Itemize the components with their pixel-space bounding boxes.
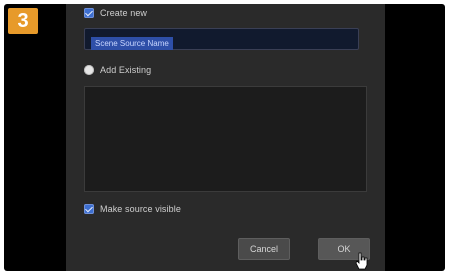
add-source-dialog: Create new Scene Source Name Add Existin… (66, 4, 385, 271)
add-existing-radio[interactable] (84, 65, 94, 75)
create-new-option[interactable]: Create new (84, 8, 147, 18)
cancel-button[interactable]: Cancel (238, 238, 290, 260)
make-source-visible-label: Make source visible (100, 204, 181, 214)
source-name-input[interactable]: Scene Source Name (84, 28, 359, 50)
add-existing-option[interactable]: Add Existing (84, 65, 151, 75)
add-existing-label: Add Existing (100, 65, 152, 75)
source-name-value: Scene Source Name (91, 37, 173, 50)
screenshot-frame: 3 Create new Scene Source Name Add Exist… (0, 0, 449, 275)
hand-pointer-icon (355, 252, 368, 270)
make-source-visible-option[interactable]: Make source visible (84, 204, 181, 214)
create-new-checkbox[interactable] (84, 8, 94, 18)
step-number-badge: 3 (8, 8, 38, 34)
create-new-label: Create new (100, 8, 148, 18)
make-source-visible-checkbox[interactable] (84, 204, 94, 214)
dialog-screenshot: 3 Create new Scene Source Name Add Exist… (4, 4, 445, 271)
existing-sources-list[interactable] (84, 86, 367, 192)
